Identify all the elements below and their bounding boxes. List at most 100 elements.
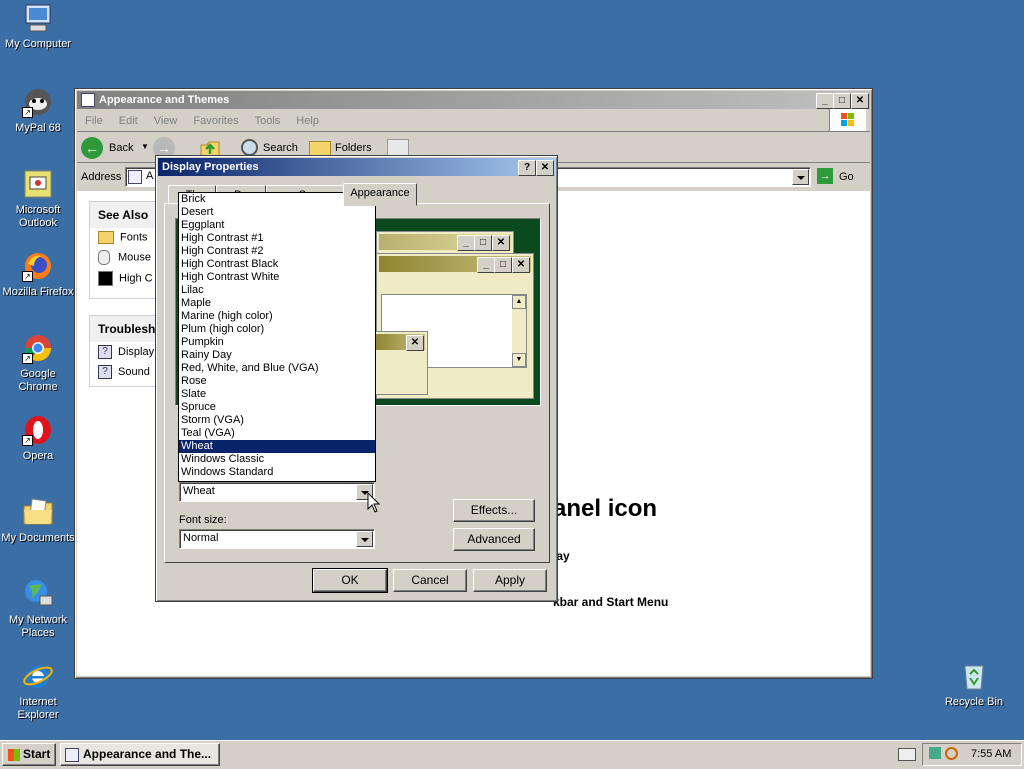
- color-scheme-option[interactable]: High Contrast #1: [179, 232, 375, 245]
- color-scheme-option[interactable]: Eggplant: [179, 219, 375, 232]
- apply-button[interactable]: Apply: [473, 569, 547, 592]
- shortcut-arrow-icon: ↗: [22, 435, 33, 446]
- tab-appearance[interactable]: Appearance: [343, 183, 417, 206]
- color-scheme-option[interactable]: Windows Standard: [179, 466, 375, 479]
- dialog-titlebar[interactable]: Display Properties ? ✕: [158, 158, 555, 176]
- go-button[interactable]: → Go: [817, 167, 861, 187]
- keyboard-icon[interactable]: [898, 748, 916, 761]
- font-size-dropdown-arrow[interactable]: [356, 531, 373, 547]
- color-scheme-option[interactable]: Desert: [179, 206, 375, 219]
- color-scheme-option[interactable]: Rose: [179, 375, 375, 388]
- desktop-icon-label: Mozilla Firefox: [2, 286, 74, 298]
- start-label: Start: [23, 747, 51, 761]
- color-scheme-option[interactable]: High Contrast Black: [179, 258, 375, 271]
- color-scheme-list[interactable]: Brick Desert Eggplant High Contrast #1 High …: [178, 192, 376, 482]
- menu-help[interactable]: Help: [288, 111, 327, 131]
- desktop-icon-my-computer[interactable]: My Computer: [0, 2, 76, 51]
- color-scheme-option[interactable]: Teal (VGA): [179, 427, 375, 440]
- close-button[interactable]: ✕: [536, 160, 554, 176]
- folders-label: Folders: [335, 142, 372, 154]
- preview-inactive-titlebar: _ □ ✕: [379, 234, 511, 251]
- color-scheme-option[interactable]: Windows Classic: [179, 453, 375, 466]
- menu-tools[interactable]: Tools: [247, 111, 289, 131]
- chrome-icon: ↗: [22, 332, 54, 364]
- window-icon: [81, 93, 95, 108]
- color-scheme-option[interactable]: Red, White, and Blue (VGA): [179, 362, 375, 375]
- color-scheme-select[interactable]: Wheat: [179, 482, 375, 502]
- color-scheme-option[interactable]: Pumpkin: [179, 336, 375, 349]
- color-scheme-option[interactable]: Wheat: [179, 440, 375, 453]
- color-scheme-option[interactable]: High Contrast White: [179, 271, 375, 284]
- font-size-select[interactable]: Normal: [179, 529, 375, 549]
- search-label: Search: [263, 142, 298, 154]
- desktop-icon-label: Google Chrome: [18, 368, 58, 393]
- my-documents-icon: [22, 496, 54, 528]
- clock: 7:55 AM: [971, 748, 1012, 760]
- desktop-icon-firefox[interactable]: ↗ Mozilla Firefox: [0, 250, 76, 299]
- back-arrow-icon: ←: [81, 137, 103, 159]
- apply-label: Apply: [494, 573, 526, 587]
- desktop-icon-label: My Computer: [4, 38, 72, 50]
- shortcut-arrow-icon: ↗: [22, 107, 33, 118]
- control-panel-heading: anel icon: [553, 495, 658, 522]
- menu-favorites[interactable]: Favorites: [185, 111, 246, 131]
- start-button[interactable]: Start: [2, 743, 56, 766]
- desktop-icon-internet-explorer[interactable]: Internet Explorer: [0, 660, 76, 722]
- taskbar-task-explorer[interactable]: Appearance and The...: [60, 743, 220, 766]
- color-scheme-option[interactable]: Marine (high color): [179, 310, 375, 323]
- back-label: Back: [109, 142, 134, 154]
- preview-max-icon: □: [474, 235, 492, 251]
- desktop-icon-recycle-bin[interactable]: Recycle Bin: [936, 660, 1012, 709]
- color-scheme-option[interactable]: Slate: [179, 388, 375, 401]
- preview-scrollbar: ▲ ▼: [512, 295, 526, 367]
- color-scheme-option[interactable]: Maple: [179, 297, 375, 310]
- taskbar: Start Appearance and The... 7:55 AM: [0, 740, 1024, 769]
- color-scheme-option[interactable]: High Contrast #2: [179, 245, 375, 258]
- desktop-icon-chrome[interactable]: ↗ Google Chrome: [0, 332, 76, 394]
- task-link-taskbar[interactable]: kbar and Start Menu: [553, 595, 668, 609]
- see-also-fonts-label: Fonts: [120, 231, 148, 244]
- desktop-icon-network-places[interactable]: My Network Places: [0, 578, 76, 640]
- go-arrow-icon: →: [817, 168, 833, 184]
- high-contrast-icon: [98, 271, 113, 286]
- menu-file[interactable]: File: [77, 111, 111, 131]
- ok-button[interactable]: OK: [312, 568, 388, 593]
- minimize-button[interactable]: _: [816, 93, 834, 109]
- help-icon: ?: [98, 365, 112, 379]
- help-button[interactable]: ?: [518, 160, 536, 176]
- cancel-button[interactable]: Cancel: [393, 569, 467, 592]
- menu-view[interactable]: View: [146, 111, 186, 131]
- desktop-icon-my-documents[interactable]: My Documents: [0, 496, 76, 545]
- color-scheme-option[interactable]: Spruce: [179, 401, 375, 414]
- effects-label: Effects...: [470, 503, 518, 517]
- search-tray-icon[interactable]: [945, 747, 958, 760]
- color-scheme-option[interactable]: Rainy Day: [179, 349, 375, 362]
- desktop-icon-opera[interactable]: ↗ Opera: [0, 414, 76, 463]
- color-scheme-option[interactable]: Plum (high color): [179, 323, 375, 336]
- address-label: Address: [81, 171, 122, 183]
- close-button[interactable]: ✕: [851, 93, 869, 109]
- windows-logo-icon: [829, 109, 866, 131]
- back-button[interactable]: ← Back ▼: [81, 136, 149, 160]
- dialog-title: Display Properties: [162, 161, 259, 173]
- desktop-icon-mypal[interactable]: ↗ MyPal 68: [0, 86, 76, 135]
- address-value: A: [146, 170, 154, 182]
- maximize-button[interactable]: □: [833, 93, 851, 109]
- advanced-button[interactable]: Advanced: [453, 528, 535, 551]
- outlook-icon: [22, 168, 54, 200]
- taskbar-task-label: Appearance and The...: [83, 747, 212, 761]
- windows-flag-icon: [7, 748, 20, 761]
- font-size-label: Font size:: [179, 514, 227, 526]
- preview-min-icon: _: [457, 235, 475, 251]
- desktop-icon-outlook[interactable]: Microsoft Outlook: [0, 168, 76, 230]
- menu-bar: File Edit View Favorites Tools Help: [77, 109, 870, 132]
- color-scheme-option[interactable]: Lilac: [179, 284, 375, 297]
- shortcut-arrow-icon: ↗: [22, 271, 33, 282]
- network-status-icon[interactable]: [929, 747, 941, 759]
- mouse-cursor-icon: [367, 491, 381, 517]
- effects-button[interactable]: Effects...: [453, 499, 535, 522]
- menu-edit[interactable]: Edit: [111, 111, 146, 131]
- color-scheme-option[interactable]: Storm (VGA): [179, 414, 375, 427]
- address-dropdown-arrow[interactable]: [792, 169, 809, 185]
- explorer-titlebar[interactable]: Appearance and Themes _ □ ✕: [77, 91, 870, 109]
